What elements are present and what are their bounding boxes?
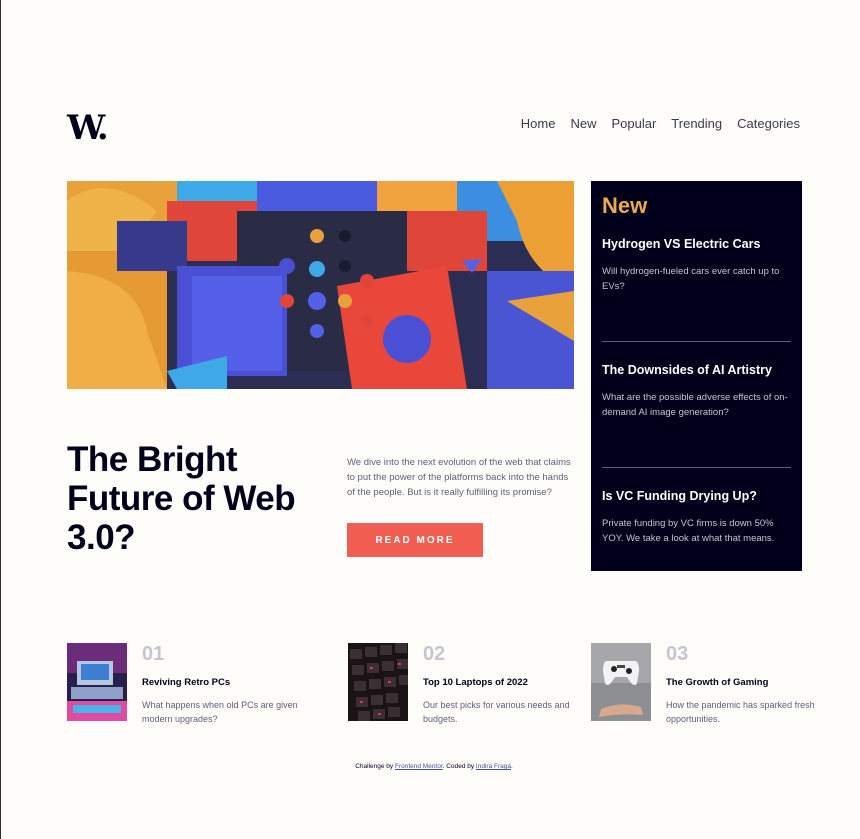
article-number: 03: [666, 643, 689, 665]
article-card[interactable]: 03 The Growth of Gaming How the pandemic…: [591, 643, 826, 726]
article-title[interactable]: Top 10 Laptops of 2022: [423, 677, 583, 688]
new-item[interactable]: Hydrogen VS Electric Cars Will hydrogen-…: [602, 237, 791, 341]
retro-pc-thumbnail: [67, 643, 127, 721]
article-number: 02: [423, 643, 446, 665]
nav-home[interactable]: Home: [521, 116, 556, 131]
article-card[interactable]: 02 Top 10 Laptops of 2022 Our best picks…: [348, 643, 583, 726]
author-link[interactable]: Indira Fraga: [476, 763, 511, 770]
article-text: Our best picks for various needs and bud…: [423, 700, 570, 724]
article-text: What happens when old PCs are given mode…: [142, 700, 298, 724]
laptop-keyboard-thumbnail: [348, 643, 408, 721]
read-more-button[interactable]: READ MORE: [347, 523, 483, 557]
logo[interactable]: W.: [67, 108, 109, 148]
article-card-body: 01 Reviving Retro PCs What happens when …: [142, 643, 302, 726]
nav-new[interactable]: New: [570, 116, 596, 131]
article-title[interactable]: Reviving Retro PCs: [142, 677, 302, 688]
article-text: How the pandemic has sparked fresh oppor…: [666, 700, 815, 724]
new-item[interactable]: Is VC Funding Drying Up? Private funding…: [602, 489, 791, 593]
new-item-title[interactable]: Hydrogen VS Electric Cars: [602, 237, 791, 251]
footer-middle: . Coded by: [442, 763, 475, 770]
game-controller-thumbnail: [591, 643, 651, 721]
new-panel-divider: [602, 467, 791, 468]
nav-popular[interactable]: Popular: [611, 116, 656, 131]
new-panel-heading: New: [602, 193, 648, 218]
nav-categories[interactable]: Categories: [737, 116, 800, 131]
new-item-text: Will hydrogen-fueled cars ever catch up …: [602, 266, 780, 292]
attribution-footer: Challenge by Frontend Mentor. Coded by I…: [1, 763, 860, 770]
new-item-title[interactable]: The Downsides of AI Artistry: [602, 363, 791, 377]
article-title[interactable]: The Growth of Gaming: [666, 677, 826, 688]
new-item-text: What are the possible adverse effects of…: [602, 392, 788, 418]
frontend-mentor-link[interactable]: Frontend Mentor: [395, 763, 443, 770]
article-card-body: 03 The Growth of Gaming How the pandemic…: [666, 643, 826, 726]
hero-description: We dive into the next evolution of the w…: [347, 457, 571, 498]
footer-prefix: Challenge by: [355, 763, 394, 770]
new-item-title[interactable]: Is VC Funding Drying Up?: [602, 489, 791, 503]
article-number: 01: [142, 643, 165, 665]
new-item[interactable]: The Downsides of AI Artistry What are th…: [602, 363, 791, 467]
hero-image: [67, 181, 574, 389]
new-panel-divider: [602, 341, 791, 342]
new-panel: New Hydrogen VS Electric Cars Will hydro…: [591, 181, 802, 571]
hero-title: The Bright Future of Web 3.0?: [67, 440, 296, 557]
footer-suffix: .: [510, 763, 513, 770]
nav-trending[interactable]: Trending: [671, 116, 722, 131]
article-card-body: 02 Top 10 Laptops of 2022 Our best picks…: [423, 643, 583, 726]
main-nav: Home New Popular Trending Categories: [521, 116, 800, 131]
article-card[interactable]: 01 Reviving Retro PCs What happens when …: [67, 643, 302, 726]
new-item-text: Private funding by VC firms is down 50% …: [602, 518, 775, 544]
